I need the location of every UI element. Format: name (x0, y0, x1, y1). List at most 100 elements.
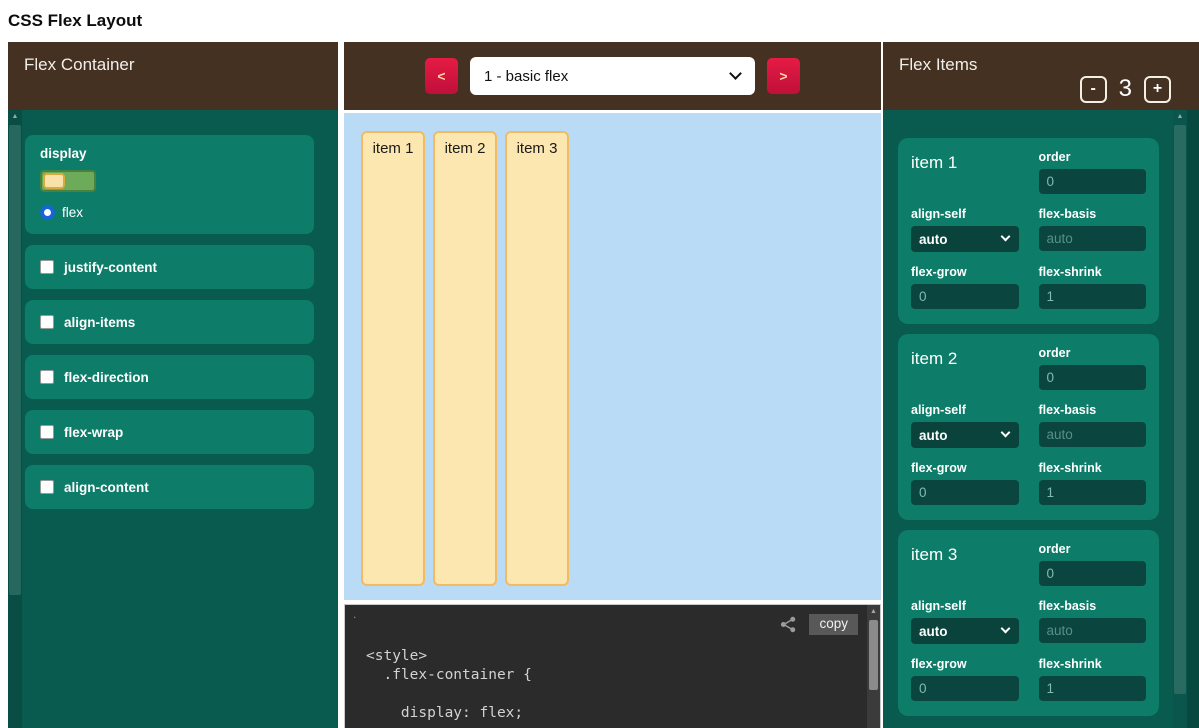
flex-container-preview: item 1 item 2 item 3 (344, 113, 881, 600)
item-3-flex-grow-field: flex-grow (911, 657, 1019, 701)
page-title: CSS Flex Layout (0, 0, 1199, 42)
decrease-items-button[interactable]: - (1080, 76, 1107, 103)
flex-radio-label: flex (62, 205, 83, 220)
example-nav-header: < 1 - basic flex > (344, 42, 881, 110)
justify-content-label: justify-content (64, 260, 157, 275)
flex-wrap-checkbox[interactable] (40, 425, 54, 439)
order-label: order (1039, 542, 1147, 556)
right-panel-scrollbar[interactable]: ▲ (1173, 110, 1187, 728)
flex-grow-label: flex-grow (911, 657, 1019, 671)
item-1-flex-grow-field: flex-grow (911, 265, 1019, 309)
preview-item-2: item 2 (433, 131, 497, 586)
flex-grow-input[interactable] (911, 676, 1019, 701)
flex-direction-card[interactable]: flex-direction (25, 355, 314, 399)
scroll-up-icon[interactable]: ▲ (867, 608, 880, 616)
flex-grow-input[interactable] (911, 480, 1019, 505)
example-select-wrap: 1 - basic flex (470, 57, 755, 95)
item-3-flex-shrink-field: flex-shrink (1039, 657, 1147, 701)
playground-column: < 1 - basic flex > item 1 item 2 item 3 … (344, 42, 881, 728)
justify-content-card[interactable]: justify-content (25, 245, 314, 289)
code-toolbar: copy (779, 614, 858, 635)
flex-shrink-input[interactable] (1039, 480, 1147, 505)
flex-grow-label: flex-grow (911, 265, 1019, 279)
align-content-card[interactable]: align-content (25, 465, 314, 509)
flex-basis-label: flex-basis (1039, 403, 1147, 417)
item-3-card: item 3 order align-self auto (898, 530, 1159, 716)
item-3-align-self-field: align-self auto (911, 599, 1019, 644)
code-dot: . (353, 607, 356, 621)
next-example-button[interactable]: > (767, 58, 800, 94)
item-3-order-field: order (1039, 542, 1147, 586)
flex-items-header: Flex Items - 3 + (883, 42, 1199, 110)
justify-content-checkbox[interactable] (40, 260, 54, 274)
prev-example-button[interactable]: < (425, 58, 458, 94)
increase-items-button[interactable]: + (1144, 76, 1171, 103)
flex-direction-label: flex-direction (64, 370, 149, 385)
item-2-flex-grow-field: flex-grow (911, 461, 1019, 505)
flex-shrink-label: flex-shrink (1039, 461, 1147, 475)
scroll-up-icon[interactable]: ▲ (8, 113, 22, 121)
align-self-select[interactable]: auto (911, 226, 1019, 252)
item-2-align-self-field: align-self auto (911, 403, 1019, 448)
right-scrollbar-thumb[interactable] (1174, 125, 1186, 694)
order-input[interactable] (1039, 365, 1147, 390)
flex-container-body: display flex justify-content align-item (8, 110, 338, 728)
display-toggle-knob[interactable] (43, 173, 65, 189)
item-1-flex-shrink-field: flex-shrink (1039, 265, 1147, 309)
order-label: order (1039, 150, 1147, 164)
flex-shrink-input[interactable] (1039, 676, 1147, 701)
flex-grow-input[interactable] (911, 284, 1019, 309)
item-3-title: item 3 (911, 542, 1019, 586)
item-2-card: item 2 order align-self auto (898, 334, 1159, 520)
align-items-card[interactable]: align-items (25, 300, 314, 344)
flex-basis-input[interactable] (1039, 226, 1147, 251)
flex-items-body: item 1 order align-self auto (883, 110, 1199, 728)
left-scrollbar-thumb[interactable] (9, 125, 21, 595)
share-icon[interactable] (779, 615, 798, 634)
code-scrollbar-thumb[interactable] (869, 620, 878, 690)
align-items-checkbox[interactable] (40, 315, 54, 329)
item-3-flex-basis-field: flex-basis (1039, 599, 1147, 644)
align-self-label: align-self (911, 599, 1019, 613)
flex-container-title: Flex Container (24, 55, 135, 74)
order-input[interactable] (1039, 169, 1147, 194)
item-1-card: item 1 order align-self auto (898, 138, 1159, 324)
flex-items-scroll-area: item 1 order align-self auto (883, 110, 1186, 728)
item-2-order-field: order (1039, 346, 1147, 390)
main-layout: Flex Container display flex justify-cont… (0, 42, 1199, 728)
align-self-select[interactable]: auto (911, 422, 1019, 448)
item-count: 3 (1119, 75, 1132, 103)
flex-basis-input[interactable] (1039, 618, 1147, 643)
item-2-flex-shrink-field: flex-shrink (1039, 461, 1147, 505)
flex-shrink-input[interactable] (1039, 284, 1147, 309)
align-content-checkbox[interactable] (40, 480, 54, 494)
flex-items-title: Flex Items (899, 55, 977, 74)
flex-items-panel: Flex Items - 3 + item 1 order align-self (883, 42, 1199, 728)
left-panel-scrollbar[interactable]: ▲ (8, 110, 22, 728)
flex-wrap-card[interactable]: flex-wrap (25, 410, 314, 454)
preview-item-3: item 3 (505, 131, 569, 586)
scroll-up-icon[interactable]: ▲ (1173, 113, 1187, 121)
display-toggle[interactable] (40, 170, 96, 192)
item-1-title: item 1 (911, 150, 1019, 194)
flex-direction-checkbox[interactable] (40, 370, 54, 384)
flex-basis-label: flex-basis (1039, 207, 1147, 221)
item-1-align-self-field: align-self auto (911, 207, 1019, 252)
flex-container-header: Flex Container (8, 42, 338, 110)
flex-basis-input[interactable] (1039, 422, 1147, 447)
flex-shrink-label: flex-shrink (1039, 265, 1147, 279)
flex-container-scroll-area: display flex justify-content align-item (8, 110, 324, 728)
align-self-label: align-self (911, 403, 1019, 417)
code-scrollbar[interactable]: ▲ (867, 605, 880, 728)
display-card: display flex (25, 135, 314, 234)
item-2-flex-basis-field: flex-basis (1039, 403, 1147, 448)
flex-radio[interactable] (40, 205, 55, 220)
align-items-label: align-items (64, 315, 135, 330)
item-count-controls: - 3 + (1080, 75, 1171, 103)
example-select[interactable]: 1 - basic flex (470, 57, 755, 95)
align-self-label: align-self (911, 207, 1019, 221)
copy-button[interactable]: copy (809, 614, 858, 635)
flex-wrap-label: flex-wrap (64, 425, 123, 440)
order-input[interactable] (1039, 561, 1147, 586)
align-self-select[interactable]: auto (911, 618, 1019, 644)
